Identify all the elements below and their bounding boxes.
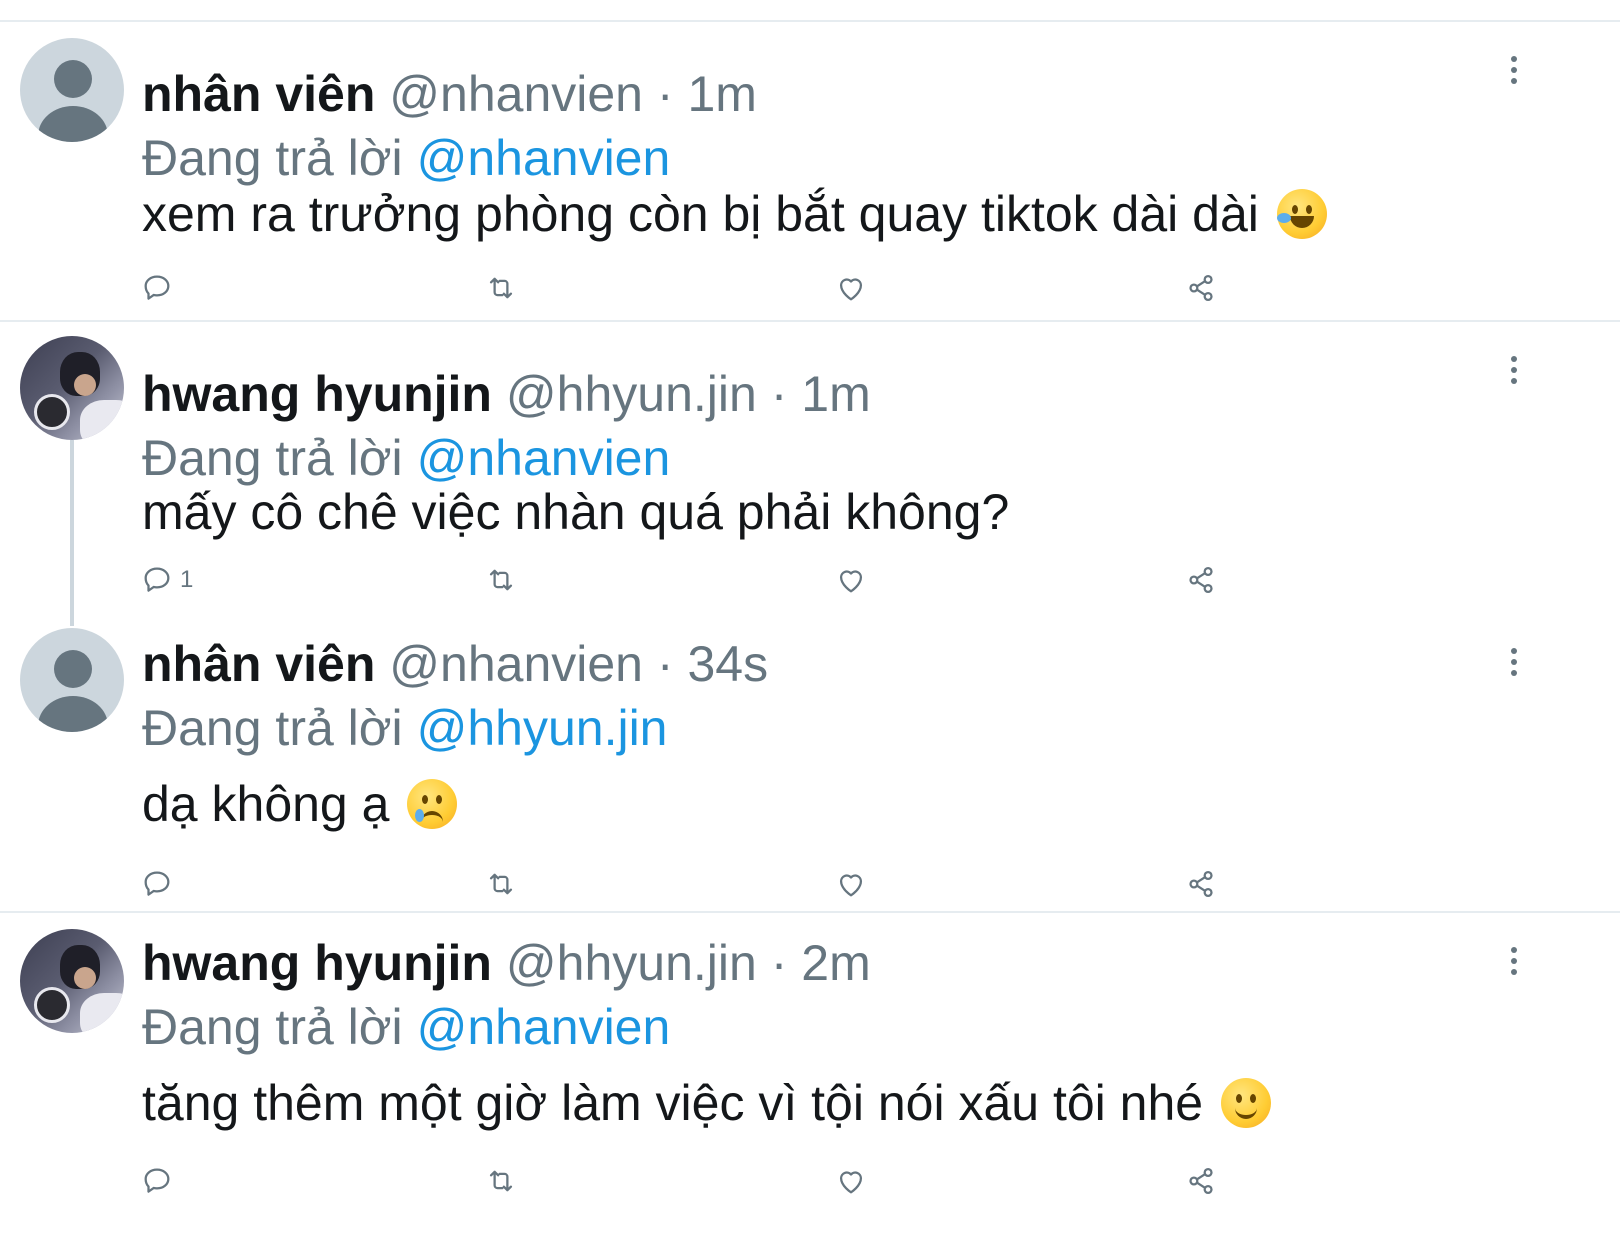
time-separator: ·: [770, 366, 788, 422]
display-name[interactable]: hwang hyunjin: [142, 366, 492, 422]
retweet-icon: [489, 1170, 513, 1192]
share-icon: [1189, 870, 1213, 898]
tweet-text: mấy cô chê việc nhàn quá phải không?: [142, 480, 1009, 544]
replying-to-label: Đang trả lời: [142, 700, 403, 756]
replying-to-mention[interactable]: @nhanvien: [417, 430, 671, 486]
like-icon: [839, 1171, 863, 1194]
retweet-button[interactable]: [484, 560, 518, 600]
tweet-text: dạ không ạ: [142, 772, 458, 836]
slightly-smiling-face-emoji: [1221, 1077, 1271, 1128]
share-button[interactable]: [1184, 864, 1218, 904]
tweet[interactable]: nhân viên @nhanvien · 34s Đang trả lời @…: [0, 614, 1620, 910]
tweet-actions: 1: [0, 560, 1620, 600]
face-holding-back-tears-emoji: [407, 778, 458, 829]
share-button[interactable]: [1184, 268, 1218, 308]
tweet-body: mấy cô chê việc nhàn quá phải không?: [142, 484, 1010, 540]
tweet-body: xem ra trưởng phòng còn bị bắt quay tikt…: [142, 186, 1259, 242]
tweet-header: hwang hyunjin @hhyun.jin · 1m: [142, 364, 871, 424]
reply-button[interactable]: [140, 268, 180, 308]
more-options-icon[interactable]: [1508, 947, 1520, 977]
time-separator: ·: [770, 935, 788, 991]
time-separator: ·: [656, 66, 674, 122]
timestamp[interactable]: 2m: [801, 935, 870, 991]
retweet-icon: [489, 873, 513, 895]
tweet-text: xem ra trưởng phòng còn bị bắt quay tikt…: [142, 182, 1327, 246]
retweet-button[interactable]: [484, 1161, 518, 1201]
reply-icon: [144, 275, 170, 300]
replying-to-label: Đang trả lời: [142, 999, 403, 1055]
like-icon: [839, 874, 863, 897]
reply-button[interactable]: [140, 1161, 180, 1201]
user-avatar[interactable]: [20, 38, 124, 142]
like-icon: [839, 570, 863, 593]
replying-to-label: Đang trả lời: [142, 430, 403, 486]
tweet-text: tăng thêm một giờ làm việc vì tội nói xấ…: [142, 1071, 1271, 1135]
tweet[interactable]: nhân viên @nhanvien · 1m Đang trả lời @n…: [0, 22, 1620, 320]
more-options-icon[interactable]: [1508, 648, 1520, 678]
share-button[interactable]: [1184, 560, 1218, 600]
replying-to: Đang trả lời @nhanvien: [142, 997, 670, 1057]
timestamp[interactable]: 34s: [687, 636, 768, 692]
like-button[interactable]: [834, 268, 868, 308]
share-icon: [1189, 274, 1213, 302]
more-options-icon[interactable]: [1508, 56, 1520, 86]
retweet-button[interactable]: [484, 268, 518, 308]
tweet[interactable]: hwang hyunjin @hhyun.jin · 2m Đang trả l…: [0, 913, 1620, 1252]
retweet-icon: [489, 277, 513, 299]
tweet-header: nhân viên @nhanvien · 34s: [142, 634, 768, 694]
like-button[interactable]: [834, 560, 868, 600]
replying-to: Đang trả lời @nhanvien: [142, 128, 670, 188]
user-handle[interactable]: @nhanvien: [389, 66, 643, 122]
reply-count: 1: [180, 566, 194, 593]
tweet-header: nhân viên @nhanvien · 1m: [142, 64, 757, 124]
user-avatar[interactable]: [20, 336, 124, 440]
share-icon: [1189, 566, 1213, 594]
user-handle[interactable]: @hhyun.jin: [506, 935, 757, 991]
reply-icon: [144, 1168, 170, 1193]
user-handle[interactable]: @nhanvien: [389, 636, 643, 692]
share-icon: [1189, 1167, 1213, 1195]
time-separator: ·: [656, 636, 674, 692]
retweet-icon: [489, 569, 513, 591]
replying-to: Đang trả lời @nhanvien: [142, 428, 670, 488]
tweet-body: dạ không ạ: [142, 776, 390, 832]
like-icon: [839, 278, 863, 301]
display-name[interactable]: hwang hyunjin: [142, 935, 492, 991]
display-name[interactable]: nhân viên: [142, 636, 375, 692]
reply-icon: [144, 567, 170, 592]
reply-button[interactable]: 1: [140, 560, 193, 600]
timestamp[interactable]: 1m: [687, 66, 756, 122]
rolling-on-floor-laughing-emoji: [1276, 188, 1327, 239]
user-avatar[interactable]: [20, 929, 124, 1033]
more-options-icon[interactable]: [1508, 356, 1520, 386]
user-handle[interactable]: @hhyun.jin: [506, 366, 757, 422]
tweet[interactable]: hwang hyunjin @hhyun.jin · 1m Đang trả l…: [0, 322, 1620, 612]
reply-button[interactable]: [140, 864, 180, 904]
like-button[interactable]: [834, 864, 868, 904]
like-button[interactable]: [834, 1161, 868, 1201]
user-avatar[interactable]: [20, 628, 124, 732]
tweet-actions: [0, 268, 1620, 308]
replying-to: Đang trả lời @hhyun.jin: [142, 698, 667, 758]
tweet-actions: [0, 864, 1620, 904]
share-button[interactable]: [1184, 1161, 1218, 1201]
timestamp[interactable]: 1m: [801, 366, 870, 422]
retweet-button[interactable]: [484, 864, 518, 904]
previous-tweet-actions-fragment: [0, 0, 1620, 20]
replying-to-label: Đang trả lời: [142, 130, 403, 186]
replying-to-mention[interactable]: @hhyun.jin: [417, 700, 668, 756]
replying-to-mention[interactable]: @nhanvien: [417, 130, 671, 186]
replying-to-mention[interactable]: @nhanvien: [417, 999, 671, 1055]
tweet-actions: [0, 1161, 1620, 1201]
tweet-header: hwang hyunjin @hhyun.jin · 2m: [142, 933, 871, 993]
display-name[interactable]: nhân viên: [142, 66, 375, 122]
reply-icon: [144, 871, 170, 896]
tweet-body: tăng thêm một giờ làm việc vì tội nói xấ…: [142, 1075, 1204, 1131]
